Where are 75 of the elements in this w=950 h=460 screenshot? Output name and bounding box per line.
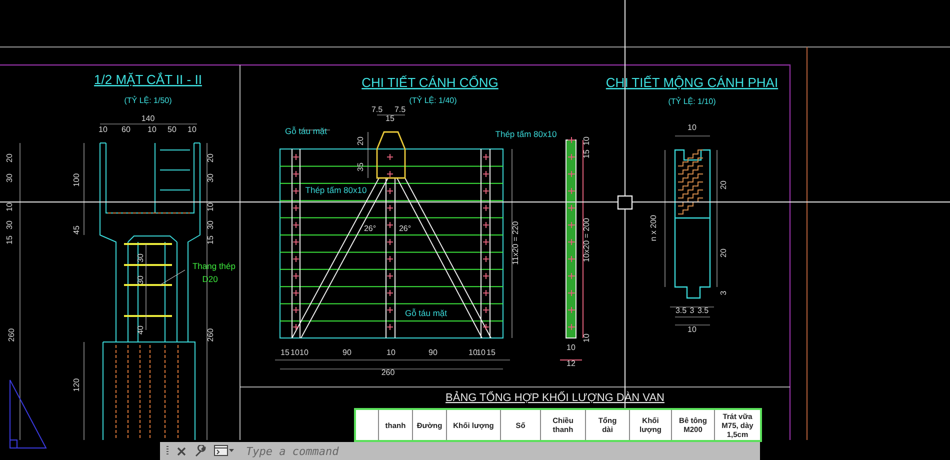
dimension-text: 20 <box>719 180 728 190</box>
dimension-text: 15 <box>206 236 215 244</box>
dimension-text: 15 <box>280 348 290 357</box>
dimension-text: 45 <box>72 226 81 234</box>
terminal-icon[interactable] <box>214 445 234 457</box>
drawing-title: 1/2 MẶT CẮT II - II <box>94 72 202 87</box>
dimension-text: 40 <box>136 326 145 334</box>
dimension-text: 10x20 = 200 <box>582 218 591 262</box>
dimension-text: 10 <box>582 334 591 342</box>
dimension-text: 90 <box>428 348 438 357</box>
dimension-text: 7.5 <box>371 105 383 114</box>
grip-icon[interactable] <box>166 445 169 457</box>
annotation-label: Thép tấm 80x10 <box>305 185 367 195</box>
dimension-text: 10 <box>5 202 14 212</box>
dimension-text: 20 <box>5 154 14 162</box>
dimension-text: 30 <box>136 276 145 284</box>
drawing-title: CHI TIẾT CÁNH CỐNG <box>362 75 498 90</box>
scale-note: (TỶ LỆ: 1/50) <box>124 96 172 105</box>
wrench-icon[interactable] <box>194 445 206 457</box>
dimension-text: 30 <box>5 220 14 230</box>
scale-note: (TỶ LỆ: 1/40) <box>409 96 457 105</box>
dimension-text: 10 <box>566 343 576 352</box>
dimension-text: 260 <box>381 368 395 377</box>
dimension-text: 20 <box>719 248 728 258</box>
dimension-text: 3 <box>690 306 694 315</box>
dimension-text: 3.5 <box>697 306 709 315</box>
dimension-text: 30 <box>206 220 215 230</box>
dimension-text: 10 <box>476 348 486 357</box>
dimension-text: 60 <box>122 125 130 134</box>
annotation-label: Gỗ táu mặt <box>404 308 448 318</box>
dimension-text: 100 <box>72 173 81 187</box>
command-input[interactable]: Type a command <box>242 443 754 459</box>
dimension-text: 260 <box>206 328 215 342</box>
dimension-text: 3 <box>719 290 728 296</box>
dimension-text: 10 <box>688 123 696 132</box>
dimension-text: 15 <box>582 150 591 158</box>
dimension-text: 10 <box>300 348 308 357</box>
dimension-text: 140 <box>141 114 155 123</box>
dimension-text: 3.5 <box>675 306 687 315</box>
dimension-text: 10 <box>98 125 108 134</box>
dimension-text: 10 <box>206 202 215 212</box>
dimension-text: 15 <box>5 236 14 244</box>
dimension-text: 11x20 = 220 <box>511 221 520 265</box>
annotation-label: D20 <box>202 274 218 284</box>
dimension-text: 120 <box>72 378 81 392</box>
scale-note: (TỶ LỆ: 1/10) <box>668 97 716 106</box>
dimension-text: 10 <box>148 125 156 134</box>
dimension-text: 26° <box>364 224 376 233</box>
dimension-text: 10 <box>688 325 696 334</box>
dimension-text: 30 <box>136 254 145 262</box>
dimension-text: 30 <box>5 174 14 182</box>
annotation-label: Gỗ táu mặt <box>284 126 328 136</box>
dimension-text: 15 <box>486 348 496 357</box>
dimension-text: 20 <box>356 136 365 146</box>
dimension-text: 260 <box>7 328 16 342</box>
dimension-text: 10 <box>582 136 591 146</box>
dimension-text: 15 <box>386 114 394 123</box>
dimension-text: 20 <box>206 154 215 162</box>
annotation-label: Thép tấm 80x10 <box>495 129 557 139</box>
dimension-text: 10 <box>188 125 196 134</box>
dimension-text: 50 <box>168 125 176 134</box>
dimension-text: 10 <box>468 348 478 357</box>
annotation-label: Thang thép <box>192 261 236 271</box>
dimension-text: 30 <box>206 174 215 182</box>
ucs-icon <box>10 380 46 448</box>
dimension-text: 10 <box>290 348 300 357</box>
dimension-text: 90 <box>342 348 352 357</box>
dimension-text: 12 <box>566 359 576 368</box>
close-icon[interactable] <box>177 446 186 456</box>
dimension-text: n x 200 <box>649 214 658 242</box>
command-line-bar[interactable]: Type a command <box>160 442 760 460</box>
dimension-text: 35 <box>356 162 365 172</box>
dimension-text: 7.5 <box>394 105 406 114</box>
dimension-text: 10 <box>386 348 396 357</box>
dimension-text: 26° <box>398 224 412 233</box>
